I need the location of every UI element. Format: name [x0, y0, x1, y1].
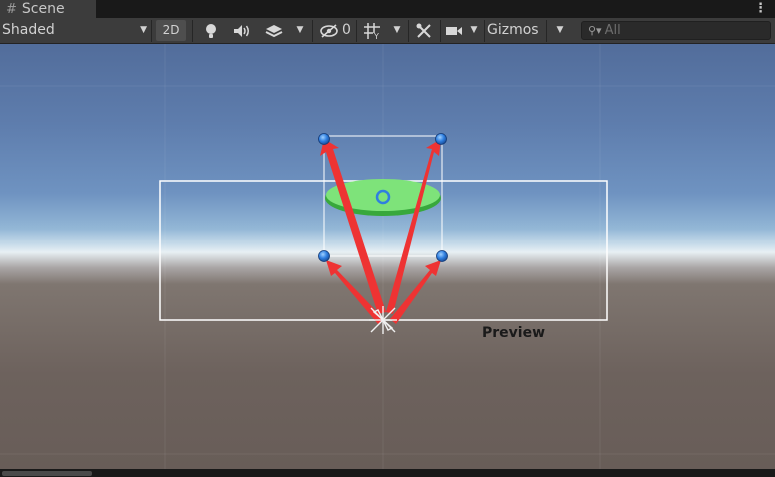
- scene-toolbar: Shaded ▼ 2D ▼ 0 Y ▼ ▼ Gizmos ▼ ⚲▾ All: [0, 18, 775, 44]
- divider: [151, 20, 152, 42]
- divider: [484, 20, 485, 42]
- divider: [408, 20, 409, 42]
- scene-viewport[interactable]: Preview: [0, 44, 775, 469]
- horizontal-scrollbar[interactable]: [0, 469, 775, 477]
- draw-mode-dropdown[interactable]: Shaded ▼: [2, 20, 147, 41]
- divider: [546, 20, 547, 42]
- search-placeholder: All: [604, 23, 621, 38]
- tools-icon[interactable]: [412, 20, 436, 41]
- grid-dropdown-chevron-icon[interactable]: ▼: [389, 20, 405, 41]
- tab-scene-label: Scene: [21, 1, 65, 17]
- chevron-down-icon: ▼: [140, 25, 147, 35]
- speaker-icon[interactable]: [229, 20, 255, 41]
- eye-slash-icon: [320, 23, 338, 38]
- search-input[interactable]: ⚲▾ All: [581, 21, 771, 40]
- tab-bar: # Scene ⋮: [0, 0, 775, 18]
- divider: [312, 20, 313, 42]
- gizmos-dropdown-chevron-icon[interactable]: ▼: [550, 20, 570, 41]
- svg-text:Y: Y: [373, 32, 379, 40]
- search-icon: ⚲▾: [588, 24, 602, 37]
- preview-label-text: Preview: [482, 325, 546, 341]
- red-arrows: [320, 139, 441, 324]
- gizmos-button[interactable]: Gizmos: [487, 20, 545, 41]
- scene-canvas: [0, 44, 775, 469]
- divider: [440, 20, 441, 42]
- handle-bottom-right[interactable]: [436, 250, 448, 262]
- effects-dropdown-chevron-icon[interactable]: ▼: [292, 20, 308, 41]
- scrollbar-thumb[interactable]: [2, 471, 92, 476]
- divider: [192, 20, 193, 42]
- grid-icon: #: [6, 2, 17, 17]
- tab-scene[interactable]: # Scene: [0, 0, 96, 18]
- camera-dropdown-chevron-icon[interactable]: ▼: [466, 20, 482, 41]
- handle-top-left[interactable]: [318, 133, 330, 145]
- draw-mode-value: Shaded: [2, 22, 55, 38]
- hidden-count: 0: [342, 22, 351, 38]
- more-vertical-icon[interactable]: ⋮: [754, 0, 767, 18]
- handle-bottom-left[interactable]: [318, 250, 330, 262]
- divider: [356, 20, 357, 42]
- preview-label: Preview: [482, 325, 545, 341]
- hidden-objects-button[interactable]: 0: [316, 20, 354, 41]
- handle-top-right[interactable]: [435, 133, 447, 145]
- camera-gizmo-icon[interactable]: [369, 306, 397, 334]
- grid-snap-icon[interactable]: Y: [359, 20, 385, 41]
- 2d-toggle-button[interactable]: 2D: [156, 20, 186, 41]
- lightbulb-icon[interactable]: [199, 20, 223, 41]
- camera-icon[interactable]: [443, 20, 465, 41]
- layers-icon[interactable]: [261, 20, 287, 41]
